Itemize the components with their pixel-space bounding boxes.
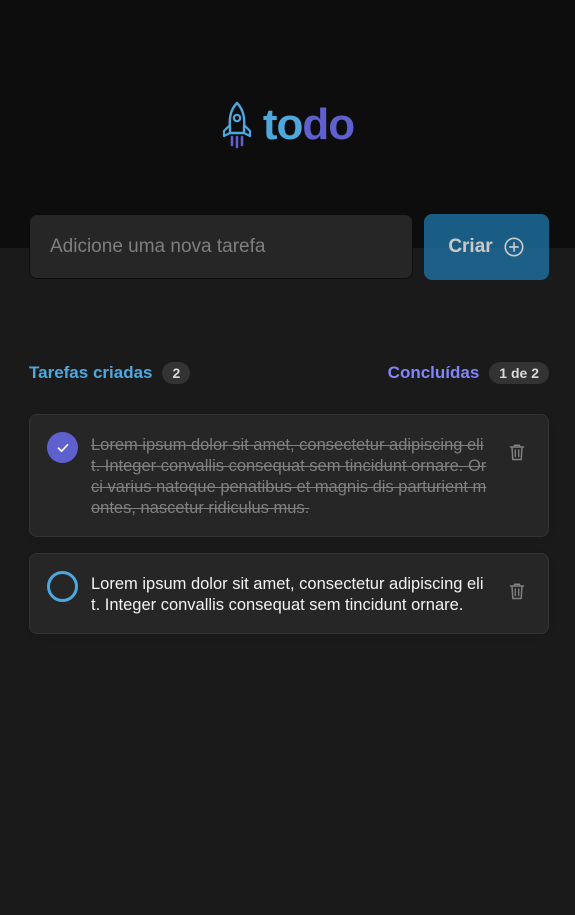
create-button-label: Criar — [448, 236, 493, 257]
logo-text: todo — [262, 100, 355, 150]
done-counter: Concluídas 1 de 2 — [388, 362, 549, 384]
done-counter-label: Concluídas — [387, 363, 480, 382]
trash-icon — [509, 583, 525, 600]
new-task-input[interactable] — [29, 214, 413, 279]
create-button[interactable]: Criar — [424, 214, 549, 280]
task-text: Lorem ipsum dolor sit amet, consectetur … — [91, 436, 487, 517]
created-counter: Tarefas criadas 2 — [29, 362, 191, 384]
delete-task-button[interactable] — [502, 576, 532, 606]
task-text: Lorem ipsum dolor sit amet, consectetur … — [91, 575, 484, 614]
plus-circle-icon — [504, 237, 524, 257]
logo-text-to: to — [262, 100, 304, 149]
app-logo: todo — [0, 100, 575, 150]
created-count-badge: 2 — [162, 362, 191, 384]
task-item: Lorem ipsum dolor sit amet, consectetur … — [29, 553, 549, 634]
create-task-form: Criar — [29, 214, 549, 280]
task-item: Lorem ipsum dolor sit amet, consectetur … — [29, 414, 549, 537]
trash-icon — [509, 444, 525, 461]
task-counters: Tarefas criadas 2 Concluídas 1 de 2 — [29, 360, 549, 386]
task-list: Lorem ipsum dolor sit amet, consectetur … — [29, 414, 549, 634]
app-header: todo — [0, 0, 575, 248]
task-checkbox[interactable] — [46, 431, 79, 464]
unchecked-circle — [47, 571, 78, 602]
rocket-icon — [222, 101, 251, 149]
checked-circle — [47, 432, 78, 463]
created-counter-label: Tarefas criadas — [29, 363, 153, 382]
delete-task-button[interactable] — [502, 437, 532, 467]
done-count-badge: 1 de 2 — [489, 362, 549, 384]
check-icon — [57, 443, 68, 452]
task-checkbox[interactable] — [46, 570, 79, 603]
logo-text-do: do — [302, 100, 355, 149]
